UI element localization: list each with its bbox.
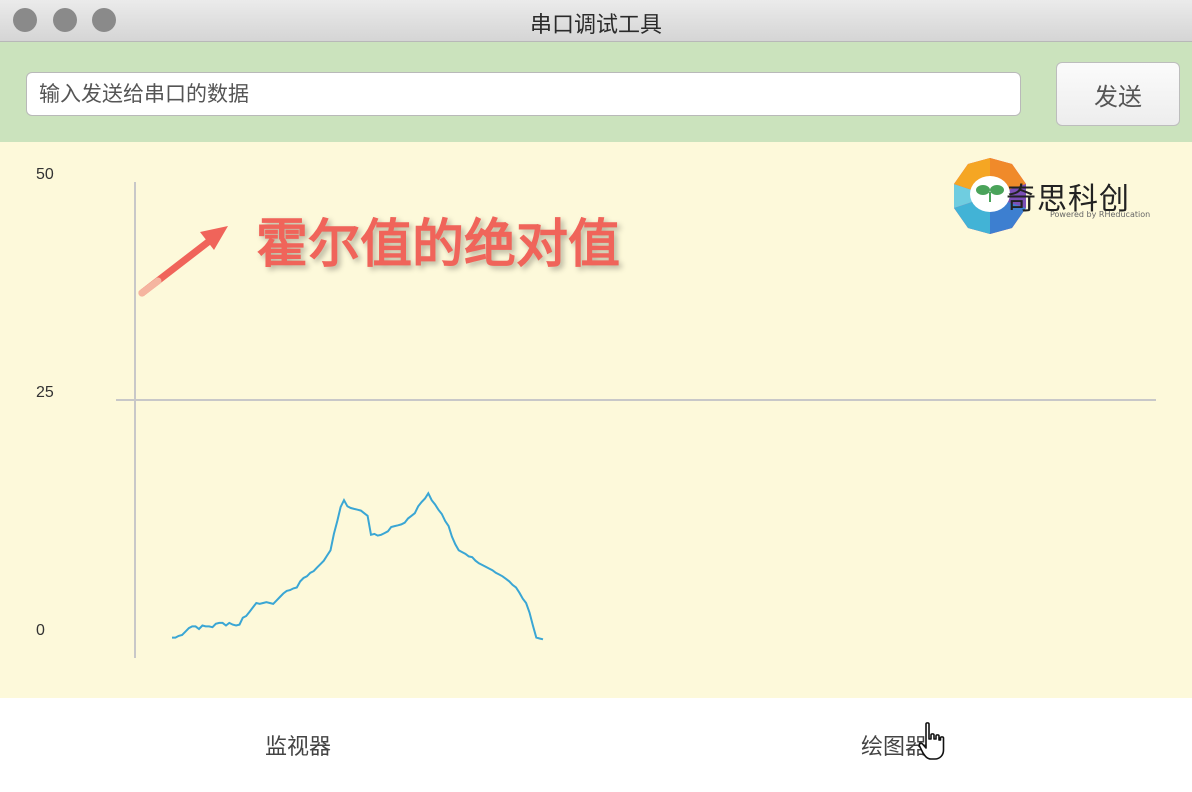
window-title: 串口调试工具 [529, 13, 662, 38]
brand-logo-subtitle: Powered by RHeducation [1050, 210, 1151, 219]
send-button[interactable]: 发送 [1056, 62, 1180, 126]
tab-monitor[interactable]: 监视器 [0, 698, 596, 792]
y-tick-label: 0 [36, 622, 45, 639]
window-titlebar: 串口调试工具 [0, 0, 1192, 42]
send-bar: 发送 [0, 42, 1192, 142]
hand-cursor-icon [918, 722, 945, 760]
brand-logo: 奇思科创 Powered by RHeducation [952, 156, 1162, 236]
annotation-label: 霍尔值的绝对值 [256, 215, 621, 275]
annotation-arrow [138, 226, 228, 297]
y-tick-label: 25 [36, 384, 54, 401]
serial-send-input[interactable] [26, 72, 1021, 116]
tab-plotter[interactable]: 绘图器 [596, 698, 1192, 792]
plotter-area: 50 25 0 霍尔值的绝对值 奇思科创 Powered by RHeducat… [0, 142, 1192, 698]
bottom-tab-bar: 监视器 绘图器 [0, 698, 1192, 792]
y-tick-label: 50 [36, 166, 54, 183]
series-line [172, 491, 544, 641]
